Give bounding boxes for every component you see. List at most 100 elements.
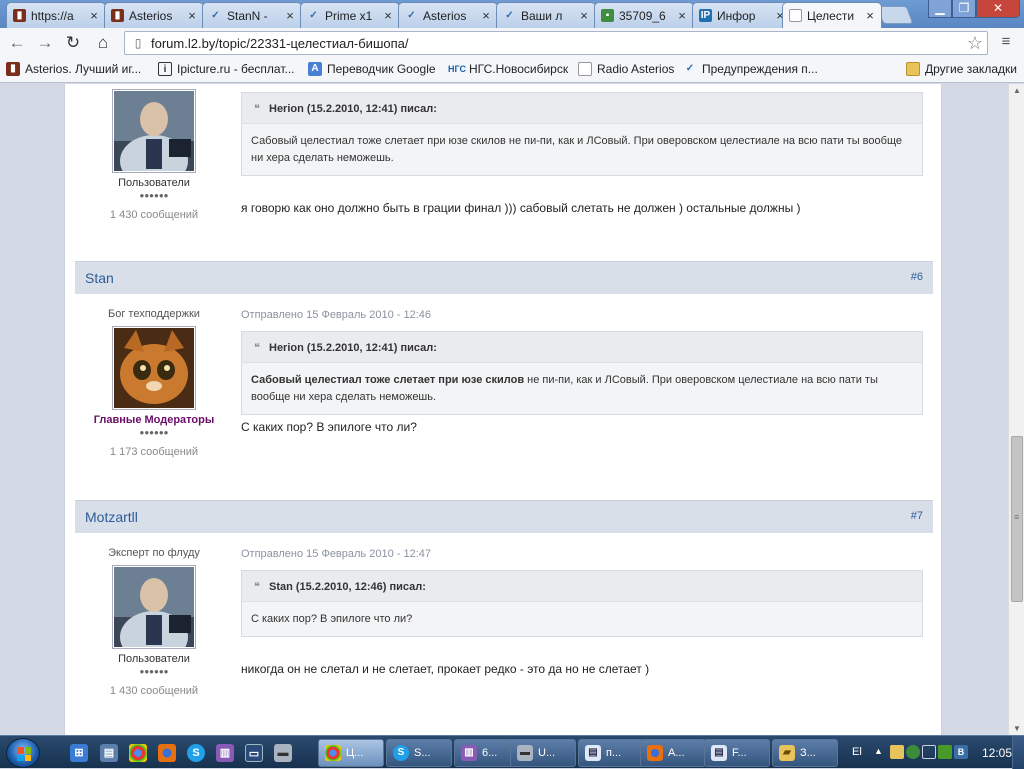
quicklaunch-chrome-icon[interactable]: [129, 744, 147, 762]
vertical-scrollbar[interactable]: ▲ ≡ ▼: [1008, 84, 1024, 735]
quicklaunch-folder-icon[interactable]: ⊞: [70, 744, 88, 762]
close-tab-icon[interactable]: ×: [479, 8, 493, 23]
post-author-link[interactable]: Motzartll: [85, 509, 138, 525]
post-6-author-info: Бог техподдержки Главные Модераторы ●●●●…: [75, 308, 233, 458]
bookmark-ngs[interactable]: НГС НГС.Новосибирск: [448, 62, 568, 76]
tab-5[interactable]: ✓ Asterios ×: [398, 2, 498, 28]
tab-7[interactable]: ▪ 35709_6 ×: [594, 2, 694, 28]
tab-2[interactable]: ▮ Asterios ×: [104, 2, 204, 28]
quicklaunch-firefox-icon[interactable]: [158, 744, 176, 762]
bookmark-label: Radio Asterios: [597, 62, 675, 76]
taskbar-button-folder[interactable]: ▰ З...: [772, 739, 838, 767]
rank-pips: ●●●●●●: [139, 191, 169, 200]
taskbar-button-firefox[interactable]: A...: [640, 739, 706, 767]
quicklaunch-drive-icon[interactable]: ▬: [274, 744, 292, 762]
user-group: Главные Модераторы: [93, 414, 215, 426]
taskbar-button-label: п...: [606, 747, 622, 759]
user-avatar[interactable]: [112, 89, 196, 187]
quicklaunch-winrar-icon[interactable]: ▥: [216, 744, 234, 762]
user-group: Пользователи: [118, 177, 190, 189]
home-icon[interactable]: ⌂: [92, 33, 114, 53]
bookmark-asterios[interactable]: ▮ Asterios. Лучший иг...: [6, 62, 141, 76]
wrench-menu-icon[interactable]: ≡: [996, 33, 1016, 53]
bookmark-radio-asterios[interactable]: Radio Asterios: [578, 62, 674, 76]
quote-text: С каких пор? В эпилоге что ли?: [251, 613, 413, 625]
rank-pips: ●●●●●●: [139, 428, 169, 437]
taskbar-button-chrome[interactable]: Ц...: [318, 739, 384, 767]
close-tab-icon[interactable]: ×: [283, 8, 297, 23]
user-post-count: 1 430 сообщений: [109, 209, 199, 221]
tray-globe-icon[interactable]: [906, 745, 920, 759]
page-viewport: Пользователи ●●●●●● 1 430 сообщений ❝ Her…: [0, 84, 1008, 735]
tray-folder-icon[interactable]: [890, 745, 904, 759]
close-tab-icon[interactable]: ×: [185, 8, 199, 23]
start-button[interactable]: [6, 738, 40, 768]
quicklaunch-document-icon[interactable]: ▤: [100, 744, 118, 762]
taskbar-button-label: З...: [800, 747, 816, 759]
post-author-link[interactable]: Stan: [85, 270, 114, 286]
taskbar-button-label: U...: [538, 747, 556, 759]
new-tab-button[interactable]: [876, 6, 914, 24]
close-window-icon[interactable]: ✕: [976, 0, 1020, 18]
taskbar-button-drive[interactable]: ▬ U...: [510, 739, 576, 767]
windows-taskbar: ⊞ ▤ S ▥ ▭ ▬ Ц... S S... ▥ 6... ▬ U... ▤ …: [0, 735, 1024, 769]
tab-label: Ваши л: [521, 8, 563, 23]
bookmark-google-translate[interactable]: A Переводчик Google: [308, 62, 436, 76]
post-number-link[interactable]: #6: [911, 271, 923, 283]
minimize-window-icon[interactable]: ▁: [928, 0, 952, 18]
other-bookmarks-folder[interactable]: Другие закладки: [906, 62, 1017, 76]
user-rank-title: Бог техподдержки: [108, 308, 200, 320]
user-post-count: 1 173 сообщений: [109, 446, 199, 458]
tab-3[interactable]: ✓ StanN - ×: [202, 2, 302, 28]
close-tab-icon[interactable]: ×: [577, 8, 591, 23]
scroll-up-arrow-icon[interactable]: ▲: [1013, 86, 1021, 95]
reload-icon[interactable]: ↻: [62, 33, 84, 53]
tab-4[interactable]: ✓ Prime x1 ×: [300, 2, 400, 28]
close-tab-icon[interactable]: ×: [87, 8, 101, 23]
tab-1[interactable]: ▮ https://a ×: [6, 2, 106, 28]
tab-strip: ▮ https://a × ▮ Asterios × ✓ StanN - × ✓…: [0, 0, 1024, 28]
url-text[interactable]: forum.l2.by/topic/22331-целестиал-бишопа…: [151, 36, 409, 51]
bookmark-warnings[interactable]: ✓ Предупреждения п...: [683, 62, 818, 76]
browser-toolbar: ← → ↻ ⌂ ▯ forum.l2.by/topic/22331-целест…: [0, 28, 1024, 58]
show-desktop-button[interactable]: [1012, 736, 1024, 769]
tab-label: https://a: [31, 8, 74, 23]
back-arrow-icon[interactable]: ←: [6, 33, 28, 53]
taskbar-button-document-2[interactable]: ▤ F...: [704, 739, 770, 767]
user-rank-title: Эксперт по флуду: [108, 547, 200, 559]
bookmark-ipicture[interactable]: i Ipicture.ru - бесплат...: [158, 62, 295, 76]
bookmark-star-icon[interactable]: ☆: [967, 33, 983, 54]
user-avatar[interactable]: [112, 565, 196, 663]
tab-9-active[interactable]: Целести ×: [782, 2, 882, 28]
close-tab-icon[interactable]: ×: [863, 8, 877, 23]
page-info-icon: ▯: [134, 36, 142, 50]
quicklaunch-skype-icon[interactable]: S: [187, 744, 205, 762]
scroll-down-arrow-icon[interactable]: ▼: [1013, 724, 1021, 733]
close-tab-icon[interactable]: ×: [675, 8, 689, 23]
tab-6[interactable]: ✓ Ваши л ×: [496, 2, 596, 28]
tray-app-icon[interactable]: [938, 745, 952, 759]
browser-window: ▮ https://a × ▮ Asterios × ✓ StanN - × ✓…: [0, 0, 1024, 769]
quote-icon: ❝: [254, 342, 260, 354]
bookmarks-bar: ▮ Asterios. Лучший иг... i Ipicture.ru -…: [0, 58, 1024, 83]
tab-8[interactable]: IP Инфор ×: [692, 2, 792, 28]
clock[interactable]: 12:05: [982, 746, 1012, 760]
quote-text-bold: Сабовый целестиал тоже слетает при юзе с…: [251, 374, 525, 386]
vk-check-favicon-icon: ✓: [407, 10, 416, 21]
language-indicator[interactable]: El: [852, 746, 862, 758]
vk-tray-icon[interactable]: B: [954, 745, 968, 759]
show-hidden-icons-icon[interactable]: ▲: [874, 746, 883, 756]
close-tab-icon[interactable]: ×: [381, 8, 395, 23]
address-bar[interactable]: ▯ forum.l2.by/topic/22331-целестиал-бишо…: [124, 31, 988, 55]
network-icon[interactable]: [922, 745, 936, 759]
taskbar-button-skype[interactable]: S S...: [386, 739, 452, 767]
scrollbar-thumb[interactable]: ≡: [1011, 436, 1023, 602]
user-avatar[interactable]: [112, 326, 196, 410]
forward-arrow-icon[interactable]: →: [34, 33, 56, 53]
post-number-link[interactable]: #7: [911, 510, 923, 522]
taskbar-button-label: F...: [732, 747, 747, 759]
post-7-header: Motzartll #7: [75, 500, 933, 533]
maximize-window-icon[interactable]: ❐: [952, 0, 976, 18]
taskbar-button-document-1[interactable]: ▤ п...: [578, 739, 644, 767]
quicklaunch-monitor-icon[interactable]: ▭: [245, 744, 263, 762]
